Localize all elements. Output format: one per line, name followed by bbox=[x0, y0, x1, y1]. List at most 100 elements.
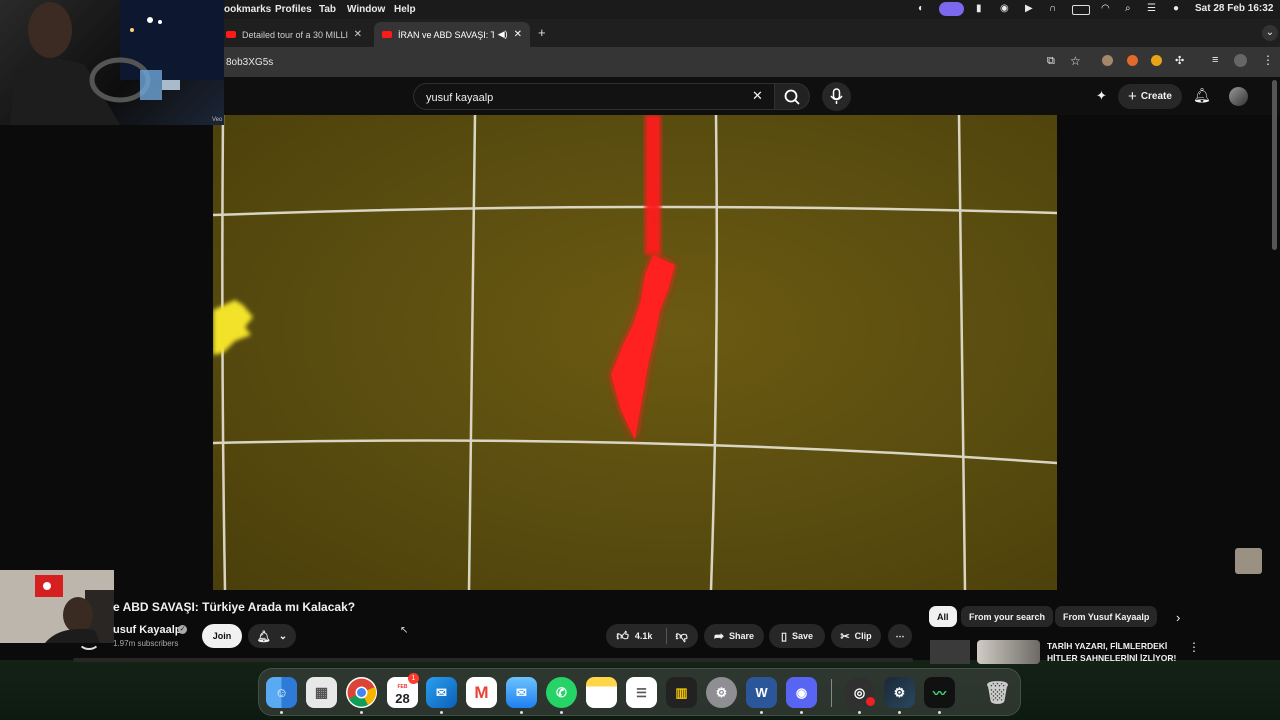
mail-icon[interactable]: ✉ bbox=[506, 677, 537, 708]
studio-icon[interactable]: ✦ bbox=[1096, 88, 1107, 104]
channel-avatar[interactable] bbox=[78, 632, 100, 650]
menu-help[interactable]: Help bbox=[394, 4, 416, 15]
wifi-icon[interactable]: ◠ bbox=[1101, 3, 1110, 14]
create-button[interactable]: + Create bbox=[1118, 84, 1182, 109]
plus-icon: + bbox=[1128, 88, 1137, 105]
clip-button[interactable]: ✂ Clip bbox=[831, 624, 881, 648]
description-box-edge bbox=[73, 658, 913, 662]
extension-1-icon[interactable] bbox=[1102, 55, 1113, 66]
menu-profiles[interactable]: Profiles bbox=[275, 4, 312, 15]
battery-saver-icon[interactable]: ▮ bbox=[976, 3, 982, 14]
subscription-bell-button[interactable]: 🔔︎ ⌄ bbox=[248, 624, 296, 648]
new-tab-button[interactable]: + bbox=[538, 25, 546, 40]
recommendation-thumbnail[interactable] bbox=[977, 640, 1040, 664]
join-button[interactable]: Join bbox=[202, 624, 242, 648]
share-button[interactable]: ➦ Share bbox=[704, 624, 764, 648]
video-player[interactable] bbox=[213, 115, 1057, 590]
webcam-scene bbox=[10, 0, 224, 125]
clip-label: Clip bbox=[854, 631, 872, 641]
thumbs-up-icon[interactable]: 👍︎ bbox=[616, 629, 629, 644]
search-icon[interactable]: ⌕ bbox=[1125, 3, 1131, 14]
launchpad-icon[interactable]: ▦ bbox=[306, 677, 337, 708]
clear-search-icon[interactable]: ✕ bbox=[752, 88, 763, 104]
close-icon[interactable]: ✕ bbox=[514, 29, 522, 40]
discord-icon[interactable]: ◉ bbox=[786, 677, 817, 708]
control-icon[interactable]: ◐ bbox=[918, 3, 924, 14]
scissors-icon: ✂ bbox=[840, 630, 850, 643]
reminders-icon[interactable]: ☰ bbox=[626, 677, 657, 708]
siri-icon[interactable]: ● bbox=[1173, 3, 1179, 14]
menu-bookmarks[interactable]: ookmarks bbox=[224, 4, 271, 15]
recommendation-title[interactable]: TARİH YAZARI, FİLMLERDEKİ HİTLER SAHNELE… bbox=[1047, 640, 1187, 664]
extensions-puzzle-icon[interactable]: ✣ bbox=[1175, 54, 1184, 67]
search-button[interactable] bbox=[774, 83, 810, 110]
account-avatar[interactable] bbox=[1229, 87, 1248, 106]
menu-window[interactable]: Window bbox=[347, 4, 385, 15]
notes-icon[interactable] bbox=[586, 677, 617, 708]
chip-label: From Yusuf Kayaalp bbox=[1063, 611, 1150, 622]
system-settings-icon[interactable]: ⚙ bbox=[706, 677, 737, 708]
shazam-icon[interactable]: ◉ bbox=[1000, 3, 1009, 14]
bookmark-star-icon[interactable]: ☆ bbox=[1070, 54, 1081, 68]
word-icon[interactable]: W bbox=[746, 677, 777, 708]
gmail-icon[interactable]: M bbox=[466, 677, 497, 708]
page-scrollbar[interactable] bbox=[1272, 80, 1277, 250]
close-icon[interactable]: ✕ bbox=[354, 29, 362, 40]
channel-name[interactable]: usuf Kayaalp bbox=[113, 624, 181, 636]
voice-search-button[interactable] bbox=[822, 82, 851, 111]
recommendation-thumbnail-left[interactable] bbox=[930, 640, 970, 664]
chevron-right-icon[interactable]: › bbox=[1176, 610, 1180, 625]
chip-from-channel[interactable]: From Yusuf Kayaalp bbox=[1055, 606, 1158, 627]
chip-label: All bbox=[937, 611, 949, 622]
microphone-icon bbox=[830, 88, 843, 104]
video-title: e ABD SAVAŞI: Türkiye Arada mı Kalacak? bbox=[113, 600, 356, 614]
media-queue-icon[interactable]: ≡ bbox=[1212, 54, 1218, 66]
chrome-icon[interactable] bbox=[346, 677, 377, 708]
profile-avatar[interactable] bbox=[1234, 54, 1247, 67]
dock-running-dot bbox=[898, 711, 901, 714]
more-actions-button[interactable]: ⋯ bbox=[888, 624, 912, 648]
floating-thumbnail[interactable] bbox=[1235, 548, 1262, 574]
tab-detailed-tour[interactable]: Detailed tour of a 30 MILLION ✕ bbox=[218, 22, 370, 47]
outlook-icon[interactable]: ✉ bbox=[426, 677, 457, 708]
chrome-logo bbox=[347, 678, 377, 707]
control-center-icon[interactable]: ☰ bbox=[1147, 3, 1156, 14]
battery-icon[interactable] bbox=[1072, 5, 1090, 15]
headphones-icon[interactable]: ∩ bbox=[1049, 3, 1056, 14]
thumbs-down-icon[interactable]: 👎︎ bbox=[675, 629, 687, 644]
notifications-bell-icon[interactable]: 🔔︎ bbox=[1193, 87, 1211, 104]
address-bar-url[interactable]: 8ob3XG5s bbox=[226, 57, 273, 68]
like-count[interactable]: 4.1k bbox=[635, 631, 653, 641]
tab-search-button[interactable]: ⌄ bbox=[1262, 25, 1278, 41]
chip-all[interactable]: All bbox=[929, 606, 957, 627]
extension-2-icon[interactable] bbox=[1127, 55, 1138, 66]
join-label: Join bbox=[212, 631, 232, 641]
calendar-day: 28 bbox=[395, 690, 410, 706]
dock-running-dot bbox=[280, 711, 283, 714]
menu-clock[interactable]: Sat 28 Feb 16:32 bbox=[1195, 3, 1273, 14]
save-button[interactable]: ▯ Save bbox=[769, 624, 825, 648]
crossword-icon[interactable]: ▥ bbox=[666, 677, 697, 708]
tab-title: Detailed tour of a 30 MILLION bbox=[242, 29, 348, 40]
trash-icon[interactable]: 🗑︎ bbox=[982, 677, 1013, 708]
save-label: Save bbox=[792, 631, 814, 641]
chrome-menu-icon[interactable]: ⋮ bbox=[1262, 53, 1274, 67]
chip-label: From your search bbox=[969, 611, 1046, 622]
extension-3-icon[interactable] bbox=[1151, 55, 1162, 66]
like-dislike-group: 👍︎ 4.1k 👎︎ bbox=[606, 624, 698, 648]
tab-iran-abd[interactable]: İRAN ve ABD SAVAŞI: Türk ◀) ✕ bbox=[374, 22, 530, 47]
search-input[interactable] bbox=[424, 89, 738, 106]
whatsapp-icon[interactable]: ✆ bbox=[546, 677, 577, 708]
finder-icon[interactable]: ☺ bbox=[266, 677, 297, 708]
recommendation-menu-icon[interactable]: ⋮ bbox=[1188, 640, 1200, 654]
steam-icon[interactable]: ⚙ bbox=[884, 677, 915, 708]
menu-tab[interactable]: Tab bbox=[319, 4, 336, 15]
speaker-icon[interactable]: ◀) bbox=[498, 29, 508, 40]
webcam-overlay-driver: Veo bbox=[0, 0, 224, 125]
dock-running-dot bbox=[858, 711, 861, 714]
chip-from-your-search[interactable]: From your search bbox=[961, 606, 1054, 627]
activity-monitor-icon[interactable]: 〰 bbox=[924, 677, 955, 708]
install-app-icon[interactable]: ⧉ bbox=[1047, 55, 1055, 68]
screen-record-icon[interactable] bbox=[939, 2, 964, 16]
play-icon[interactable]: ▶ bbox=[1025, 3, 1033, 14]
